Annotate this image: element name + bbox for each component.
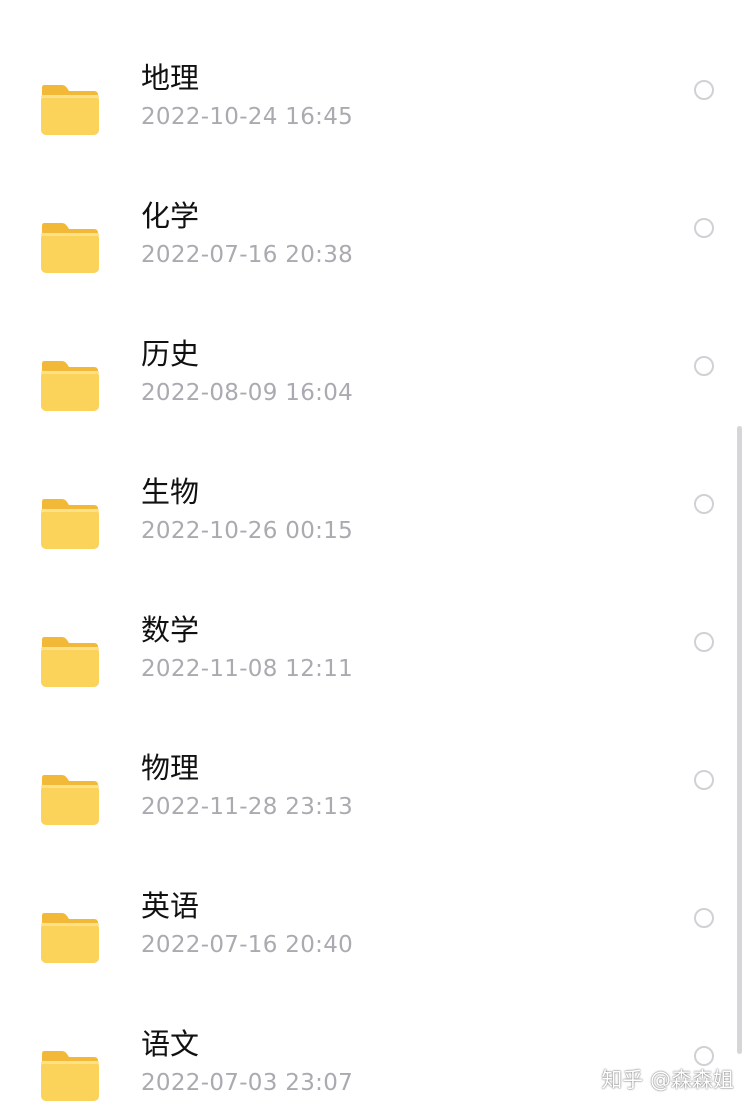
folder-modified-date: 2022-11-08 12:11 — [141, 656, 354, 682]
folder-icon — [40, 359, 100, 413]
folder-name: 英语 — [141, 889, 200, 923]
list-item[interactable]: 生物 2022-10-26 00:15 — [0, 472, 750, 610]
select-radio-icon[interactable] — [694, 218, 714, 238]
folder-icon — [40, 911, 100, 965]
folder-modified-date: 2022-07-16 20:40 — [141, 932, 354, 958]
list-item[interactable]: 数学 2022-11-08 12:11 — [0, 610, 750, 748]
list-item[interactable]: 地理 2022-10-24 16:45 — [0, 58, 750, 196]
folder-modified-date: 2022-07-03 23:07 — [141, 1070, 354, 1096]
folder-list: 地理 2022-10-24 16:45 化学 2022-07-16 20:38 … — [0, 0, 750, 1116]
watermark: 知乎 @森森姐 — [601, 1068, 734, 1092]
select-radio-icon[interactable] — [694, 632, 714, 652]
select-radio-icon[interactable] — [694, 356, 714, 376]
list-item[interactable]: 物理 2022-11-28 23:13 — [0, 748, 750, 886]
folder-icon — [40, 83, 100, 137]
folder-modified-date: 2022-10-24 16:45 — [141, 104, 354, 130]
folder-modified-date: 2022-10-26 00:15 — [141, 518, 354, 544]
folder-name: 数学 — [141, 613, 200, 647]
folder-icon — [40, 221, 100, 275]
folder-icon — [40, 1049, 100, 1103]
folder-icon — [40, 635, 100, 689]
select-radio-icon[interactable] — [694, 80, 714, 100]
select-radio-icon[interactable] — [694, 908, 714, 928]
list-item[interactable]: 化学 2022-07-16 20:38 — [0, 196, 750, 334]
folder-name: 生物 — [141, 475, 200, 509]
folder-icon — [40, 497, 100, 551]
folder-name: 地理 — [141, 61, 200, 95]
folder-modified-date: 2022-08-09 16:04 — [141, 380, 354, 406]
list-item[interactable]: 英语 2022-07-16 20:40 — [0, 886, 750, 1024]
folder-name: 化学 — [141, 199, 200, 233]
list-item[interactable]: 历史 2022-08-09 16:04 — [0, 334, 750, 472]
select-radio-icon[interactable] — [694, 494, 714, 514]
scrollbar[interactable] — [737, 426, 742, 1054]
folder-name: 物理 — [141, 751, 200, 785]
select-radio-icon[interactable] — [694, 1046, 714, 1066]
folder-name: 历史 — [141, 337, 200, 371]
folder-icon — [40, 773, 100, 827]
folder-modified-date: 2022-07-16 20:38 — [141, 242, 354, 268]
select-radio-icon[interactable] — [694, 770, 714, 790]
folder-modified-date: 2022-11-28 23:13 — [141, 794, 354, 820]
folder-name: 语文 — [141, 1027, 200, 1061]
